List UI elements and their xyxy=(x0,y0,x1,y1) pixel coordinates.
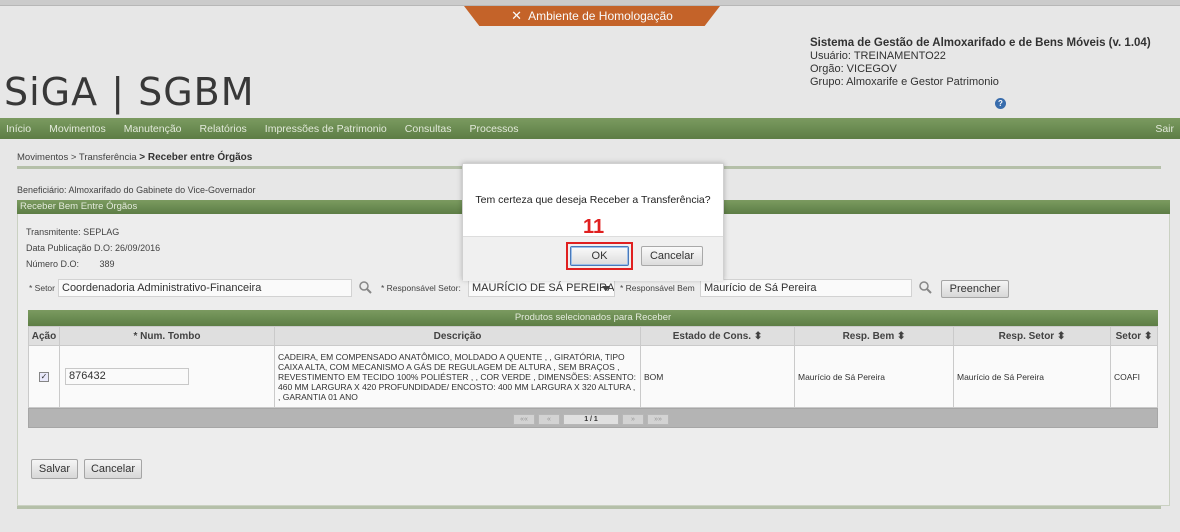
step-number: 11 xyxy=(583,216,605,238)
dialog-cancel-button[interactable]: Cancelar xyxy=(641,246,703,266)
ok-highlight-box xyxy=(566,242,633,270)
dialog-message: Tem certeza que deseja Receber a Transfe… xyxy=(475,194,711,206)
